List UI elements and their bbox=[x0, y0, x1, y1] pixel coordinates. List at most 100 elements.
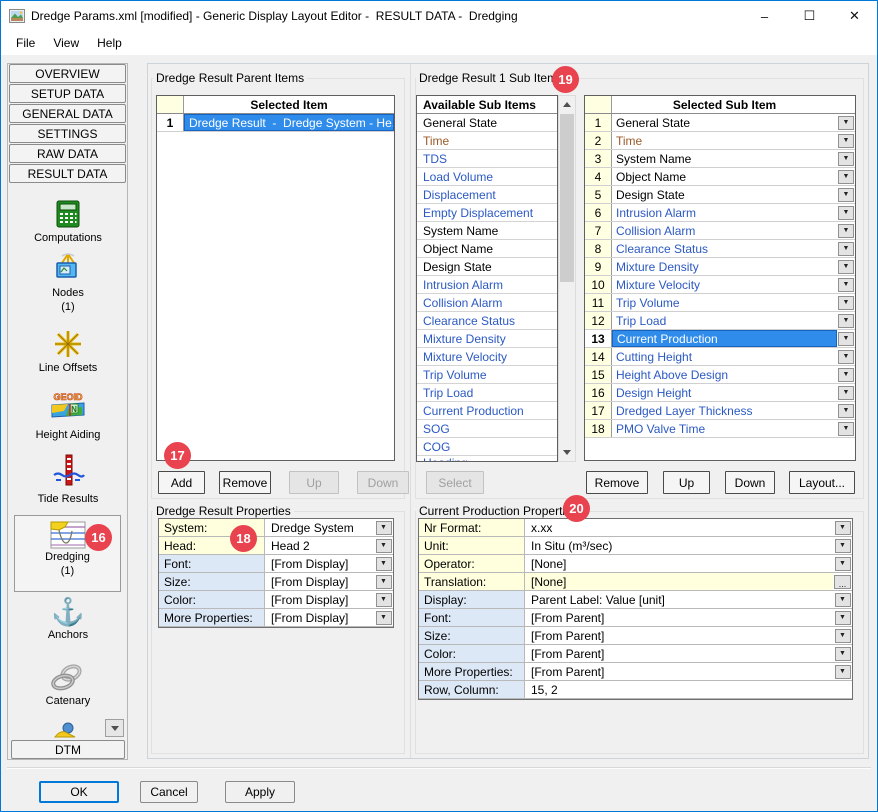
remove-sub-button[interactable]: Remove bbox=[586, 471, 648, 494]
sidebar-item-dtm[interactable]: DTM bbox=[11, 740, 125, 759]
sidebar-section-raw-data[interactable]: RAW DATA bbox=[9, 144, 126, 163]
sidebar-item-height-aiding[interactable]: GEOID N Height Aiding bbox=[5, 391, 131, 441]
available-list-scrollbar[interactable] bbox=[558, 95, 576, 462]
row-text[interactable]: Trip Load bbox=[612, 312, 837, 329]
table-row[interactable]: 8Clearance Status▼ bbox=[585, 240, 855, 258]
row-text[interactable]: Object Name bbox=[612, 168, 837, 185]
sidebar-item-line-offsets[interactable]: Line Offsets bbox=[5, 328, 131, 374]
list-item[interactable]: Empty Displacement bbox=[417, 204, 557, 222]
table-row[interactable]: 5Design State▼ bbox=[585, 186, 855, 204]
up-sub-button[interactable]: Up bbox=[663, 471, 710, 494]
row-dropdown-button[interactable]: ▼ bbox=[838, 152, 854, 166]
ok-button[interactable]: OK bbox=[39, 781, 119, 803]
list-item[interactable]: Load Volume bbox=[417, 168, 557, 186]
list-item[interactable]: Displacement bbox=[417, 186, 557, 204]
row-dropdown-button[interactable]: ▼ bbox=[838, 188, 854, 202]
row-dropdown-button[interactable]: ▼ bbox=[838, 278, 854, 292]
property-value[interactable]: 15, 2 bbox=[525, 681, 833, 698]
down-parent-button[interactable]: Down bbox=[357, 471, 409, 494]
property-value[interactable]: Dredge System bbox=[265, 519, 374, 536]
property-value[interactable]: [From Parent] bbox=[525, 645, 833, 662]
list-item[interactable]: Trip Volume bbox=[417, 366, 557, 384]
list-item[interactable]: Collision Alarm bbox=[417, 294, 557, 312]
table-row[interactable]: 11Trip Volume▼ bbox=[585, 294, 855, 312]
row-dropdown-button[interactable]: ▼ bbox=[838, 116, 854, 130]
row-text[interactable]: PMO Valve Time bbox=[612, 420, 837, 437]
list-item[interactable]: Heading bbox=[417, 456, 557, 462]
property-value[interactable]: In Situ (m³/sec) bbox=[525, 537, 833, 554]
property-dropdown-button[interactable]: ▼ bbox=[376, 611, 392, 625]
sidebar-item-anchors[interactable]: ⚓ Anchors bbox=[5, 597, 131, 641]
menu-view[interactable]: View bbox=[44, 33, 88, 53]
row-number[interactable]: 7 bbox=[585, 222, 612, 239]
row-dropdown-button[interactable]: ▼ bbox=[838, 134, 854, 148]
sidebar-section-overview[interactable]: OVERVIEW bbox=[9, 64, 126, 83]
close-button[interactable]: ✕ bbox=[832, 1, 877, 31]
property-value[interactable]: [None] bbox=[525, 555, 833, 572]
menu-help[interactable]: Help bbox=[88, 33, 131, 53]
list-item[interactable]: SOG bbox=[417, 420, 557, 438]
sidebar-section-settings[interactable]: SETTINGS bbox=[9, 124, 126, 143]
menu-file[interactable]: File bbox=[7, 33, 44, 53]
row-dropdown-button[interactable]: ▼ bbox=[838, 206, 854, 220]
table-row[interactable]: 1General State▼ bbox=[585, 114, 855, 132]
sidebar-scroll-down-button[interactable] bbox=[105, 719, 124, 737]
sidebar-item-tide-results[interactable]: Tide Results bbox=[5, 453, 131, 505]
property-value[interactable]: [None] bbox=[525, 573, 833, 590]
dredge-result-properties-grid[interactable]: System:Dredge System▼Head:Head 2▼Font:[F… bbox=[158, 518, 394, 628]
row-number[interactable]: 5 bbox=[585, 186, 612, 203]
sidebar-item-nodes[interactable]: Nodes (1) bbox=[5, 251, 131, 313]
scrollbar-down-button[interactable] bbox=[559, 444, 575, 461]
row-number[interactable]: 15 bbox=[585, 366, 612, 383]
property-dropdown-button[interactable]: ▼ bbox=[376, 521, 392, 535]
row-number[interactable]: 2 bbox=[585, 132, 612, 149]
row-number[interactable]: 18 bbox=[585, 420, 612, 437]
row-number[interactable]: 12 bbox=[585, 312, 612, 329]
list-item[interactable]: COG bbox=[417, 438, 557, 456]
table-row[interactable]: 3System Name▼ bbox=[585, 150, 855, 168]
property-dropdown-button[interactable]: ▼ bbox=[376, 557, 392, 571]
sidebar-section-result-data[interactable]: RESULT DATA bbox=[9, 164, 126, 183]
table-row[interactable]: 6Intrusion Alarm▼ bbox=[585, 204, 855, 222]
row-number[interactable]: 8 bbox=[585, 240, 612, 257]
list-item[interactable]: Object Name bbox=[417, 240, 557, 258]
list-item[interactable]: System Name bbox=[417, 222, 557, 240]
row-dropdown-button[interactable]: ▼ bbox=[838, 314, 854, 328]
down-sub-button[interactable]: Down bbox=[725, 471, 775, 494]
table-row[interactable]: 10Mixture Velocity▼ bbox=[585, 276, 855, 294]
row-number[interactable]: 10 bbox=[585, 276, 612, 293]
up-parent-button[interactable]: Up bbox=[289, 471, 339, 494]
list-item[interactable]: Current Production bbox=[417, 402, 557, 420]
list-item[interactable]: Mixture Velocity bbox=[417, 348, 557, 366]
row-dropdown-button[interactable]: ▼ bbox=[838, 350, 854, 364]
sidebar-item-computations[interactable]: Computations bbox=[5, 198, 131, 244]
parent-items-table[interactable]: Selected Item1Dredge Result - Dredge Sys… bbox=[156, 95, 395, 461]
list-item[interactable]: TDS bbox=[417, 150, 557, 168]
table-row[interactable]: 2Time▼ bbox=[585, 132, 855, 150]
row-text[interactable]: Collision Alarm bbox=[612, 222, 837, 239]
table-row[interactable]: 14Cutting Height▼ bbox=[585, 348, 855, 366]
property-ellipsis-button[interactable]: ... bbox=[834, 575, 851, 589]
property-value[interactable]: [From Parent] bbox=[525, 663, 833, 680]
list-item[interactable]: General State bbox=[417, 114, 557, 132]
property-value[interactable]: Head 2 bbox=[265, 537, 374, 554]
selected-sub-items-table[interactable]: Selected Sub Item1General State▼2Time▼3S… bbox=[584, 95, 856, 461]
property-dropdown-button[interactable]: ▼ bbox=[835, 629, 851, 643]
property-dropdown-button[interactable]: ▼ bbox=[835, 521, 851, 535]
property-dropdown-button[interactable]: ▼ bbox=[835, 665, 851, 679]
row-dropdown-button[interactable]: ▼ bbox=[838, 296, 854, 310]
row-text[interactable]: General State bbox=[612, 114, 837, 131]
property-value[interactable]: [From Display] bbox=[265, 609, 374, 626]
row-number[interactable]: 17 bbox=[585, 402, 612, 419]
row-text[interactable]: Current Production bbox=[612, 330, 837, 347]
property-value[interactable]: [From Parent] bbox=[525, 609, 833, 626]
row-dropdown-button[interactable]: ▼ bbox=[838, 422, 854, 436]
table-row[interactable]: 12Trip Load▼ bbox=[585, 312, 855, 330]
row-text[interactable]: Time bbox=[612, 132, 837, 149]
row-text[interactable]: Clearance Status bbox=[612, 240, 837, 257]
row-number[interactable]: 16 bbox=[585, 384, 612, 401]
sidebar-section-general-data[interactable]: GENERAL DATA bbox=[9, 104, 126, 123]
property-value[interactable]: [From Display] bbox=[265, 591, 374, 608]
row-text[interactable]: Dredge Result - Dredge System - He... bbox=[184, 114, 394, 131]
row-text[interactable]: Trip Volume bbox=[612, 294, 837, 311]
